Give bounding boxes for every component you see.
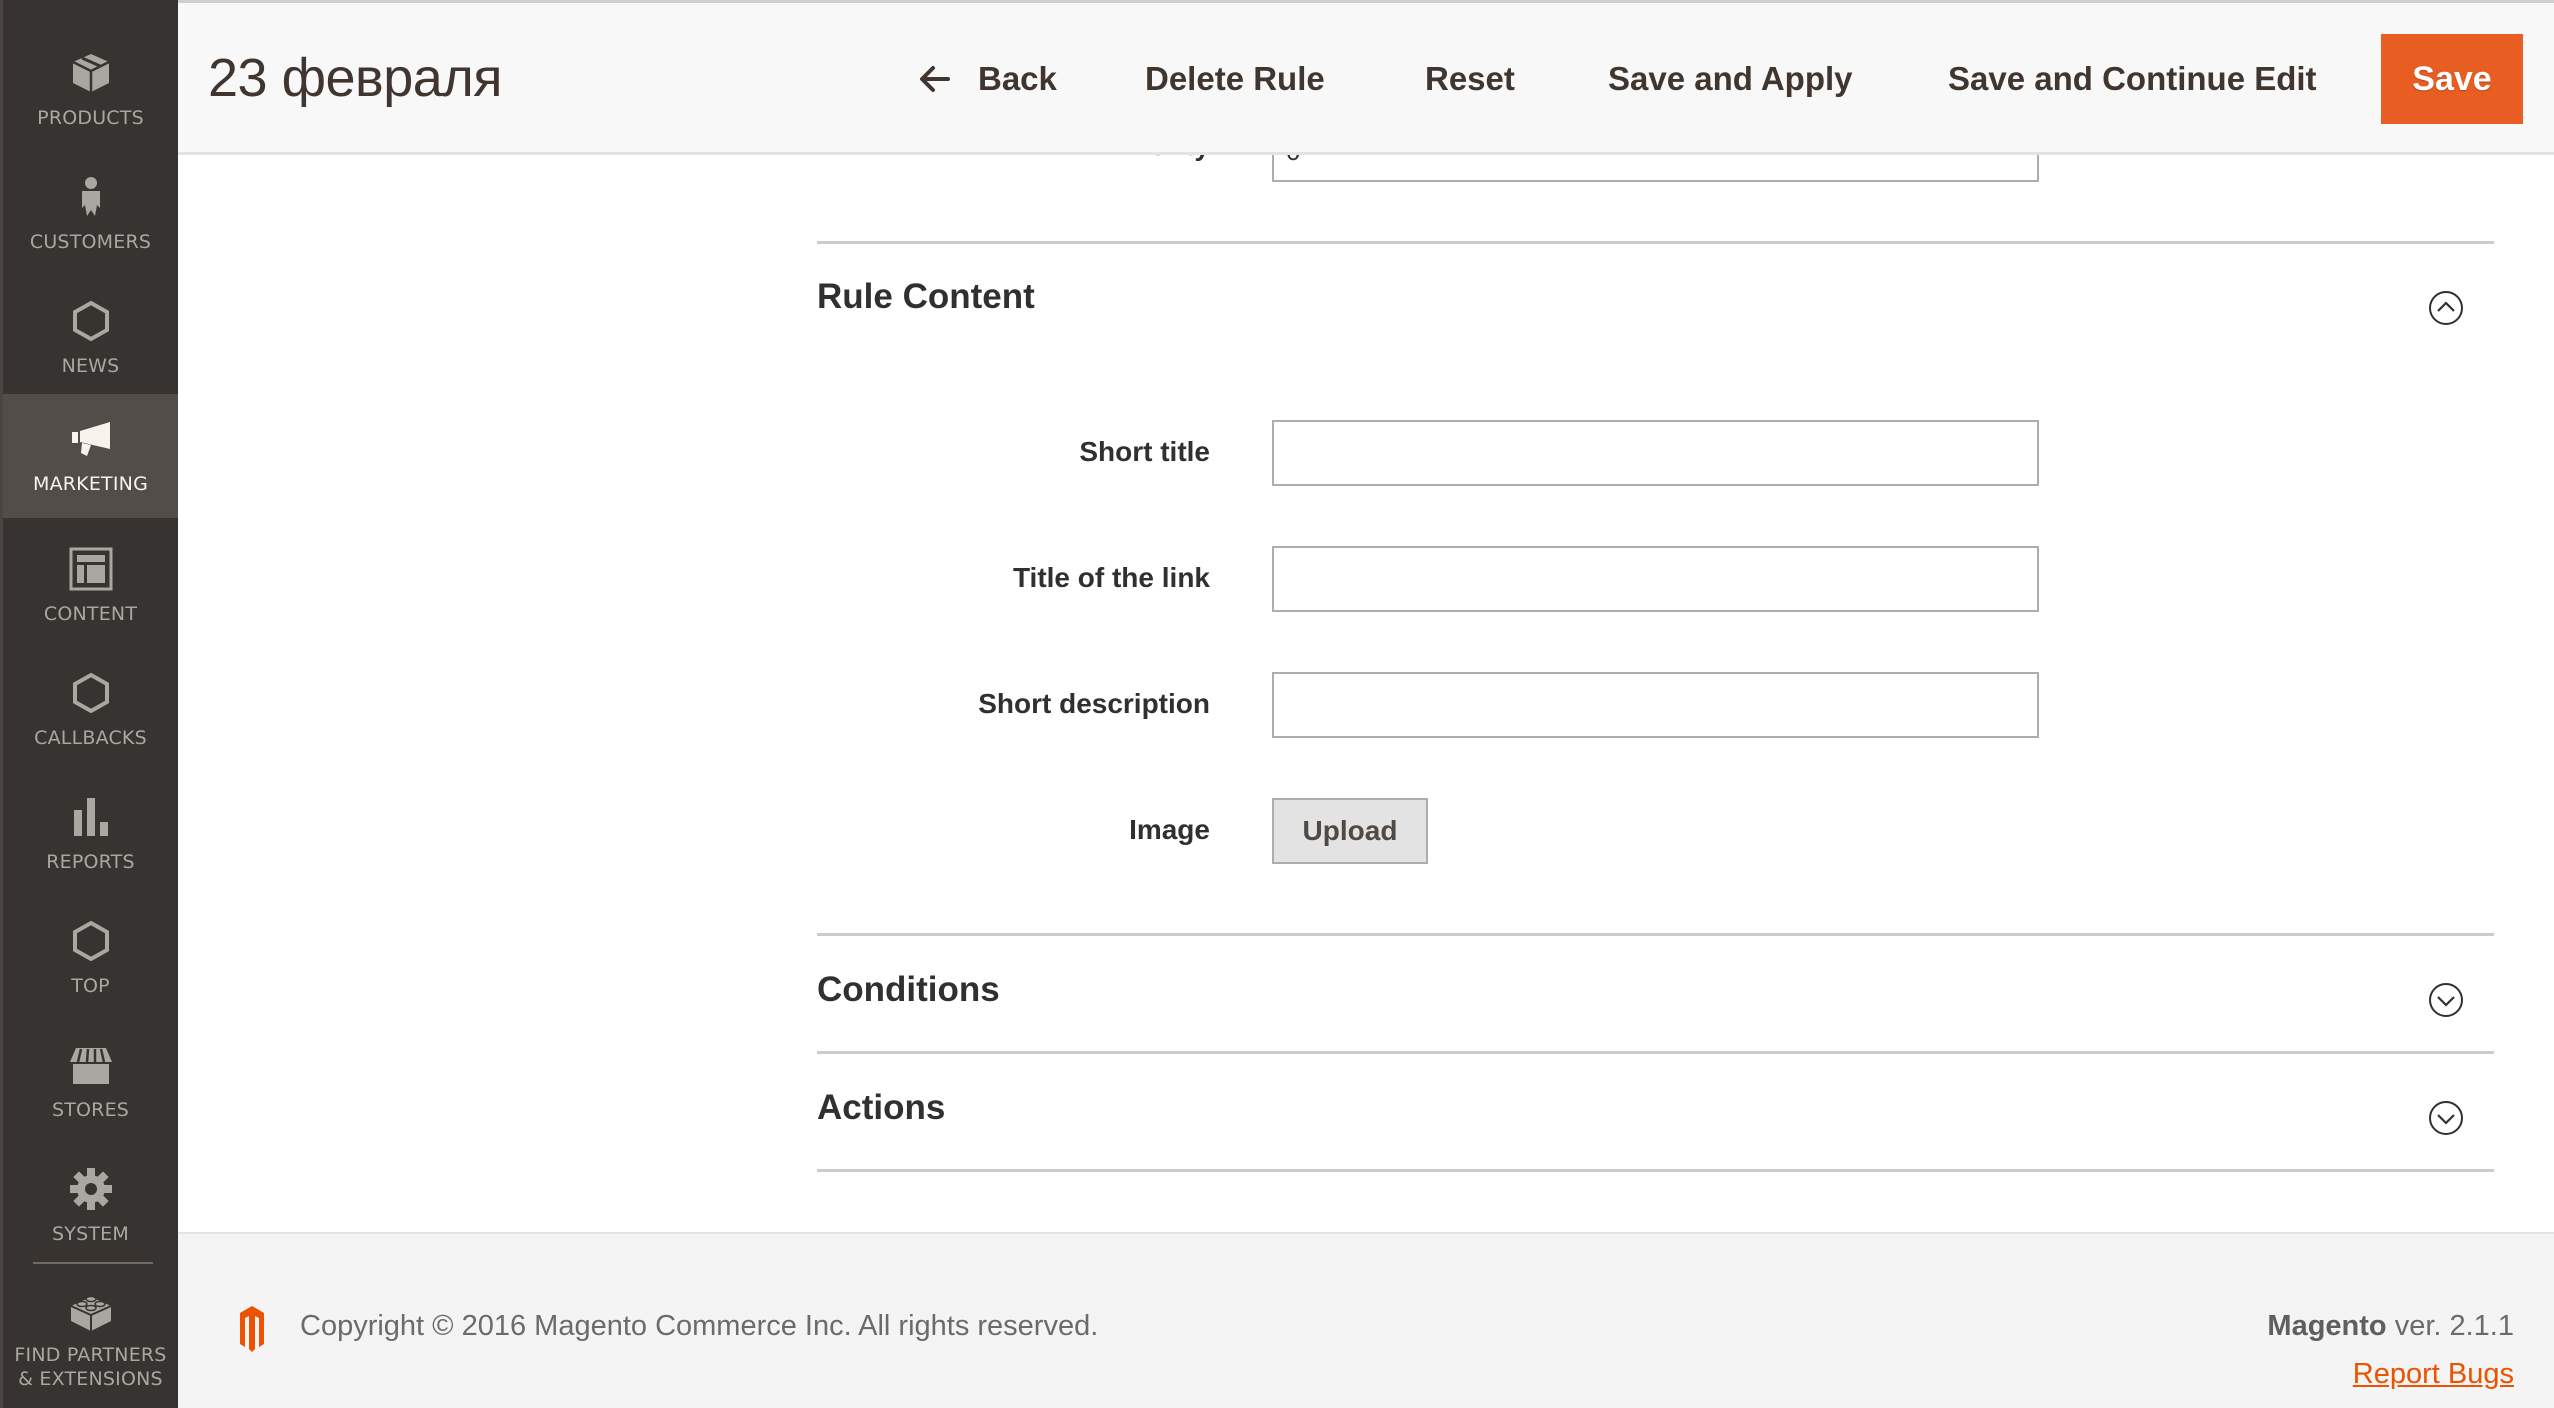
actions-title[interactable]: Actions [817,1088,945,1128]
sidebar-item-callbacks[interactable]: CALLBACKS [3,648,178,772]
image-label: Image [1129,814,1210,845]
sidebar-item-label: CUSTOMERS [29,231,152,253]
collapse-chevron-up-icon[interactable] [2428,290,2464,326]
sidebar-item-reports[interactable]: REPORTS [3,772,178,896]
sidebar-item-find-partners[interactable]: FIND PARTNERS & EXTENSIONS [3,1270,178,1408]
sidebar-item-label: SYSTEM [52,1223,129,1245]
sidebar-item-label: TOP [71,975,110,997]
back-label: Back [978,60,1057,97]
storefront-icon [68,1042,114,1088]
sidebar-item-news[interactable]: NEWS [3,276,178,400]
sidebar-item-label: REPORTS [46,851,135,873]
version-number: ver. 2.1.1 [2386,1310,2514,1342]
page-footer: Copyright © 2016 Magento Commerce Inc. A… [178,1232,2554,1408]
box-icon [68,50,114,96]
hexagon-icon [68,918,114,964]
page-header: 23 февраля Back Delete Rule Reset Save a… [178,0,2554,155]
section-divider [817,1169,2494,1172]
sidebar-item-stores[interactable]: STORES [3,1020,178,1144]
expand-chevron-down-icon[interactable] [2428,1100,2464,1136]
delete-rule-button[interactable]: Delete Rule [1145,55,1325,103]
magento-logo-icon [240,1306,264,1352]
save-and-apply-button[interactable]: Save and Apply [1608,55,1853,103]
version-text: Magento ver. 2.1.1 [2267,1310,2514,1343]
expand-chevron-down-icon[interactable] [2428,982,2464,1018]
save-button[interactable]: Save [2381,34,2523,124]
reset-button[interactable]: Reset [1425,55,1515,103]
sidebar-item-content[interactable]: CONTENT [3,524,178,648]
short-title-input[interactable] [1272,420,2039,486]
short-description-input[interactable] [1272,672,2039,738]
upload-image-button[interactable]: Upload [1272,798,1428,864]
sidebar-item-label: STORES [51,1099,130,1121]
sidebar-item-marketing[interactable]: MARKETING [3,394,178,518]
sidebar-item-label: FIND PARTNERS & EXTENSIONS [14,1344,167,1390]
hexagon-icon [68,670,114,716]
lego-brick-icon [68,1287,114,1333]
copyright-text: Copyright © 2016 Magento Commerce Inc. A… [300,1310,1099,1342]
bar-chart-icon [68,794,114,840]
sidebar-item-label: CALLBACKS [34,727,147,749]
section-divider [817,1051,2494,1054]
admin-sidebar: PRODUCTS CUSTOMERS NEWS MARKETING CONTEN… [0,0,178,1408]
sidebar-item-label: CONTENT [43,603,138,625]
hexagon-icon [68,298,114,344]
sidebar-item-system[interactable]: SYSTEM [3,1144,178,1268]
short-description-label: Short description [978,688,1210,719]
conditions-title[interactable]: Conditions [817,970,1000,1010]
short-title-label: Short title [1079,436,1210,467]
page-title: 23 февраля [208,48,503,108]
gear-icon [68,1166,114,1212]
sidebar-item-label: NEWS [61,355,120,377]
sidebar-divider [33,1262,153,1264]
report-bugs-link[interactable]: Report Bugs [2353,1358,2514,1391]
section-divider [817,933,2494,936]
brand-name: Magento [2267,1310,2387,1342]
link-title-input[interactable] [1272,546,2039,612]
layout-icon [68,546,114,592]
megaphone-icon [68,416,114,462]
rule-content-title[interactable]: Rule Content [817,277,1035,317]
save-and-continue-edit-button[interactable]: Save and Continue Edit [1948,55,2317,103]
section-divider [817,241,2494,244]
arrow-left-icon [918,64,952,94]
link-title-label: Title of the link [1012,562,1210,593]
back-button[interactable]: Back [918,55,1057,103]
sidebar-item-label: MARKETING [32,473,148,495]
sidebar-item-top[interactable]: TOP [3,896,178,1020]
